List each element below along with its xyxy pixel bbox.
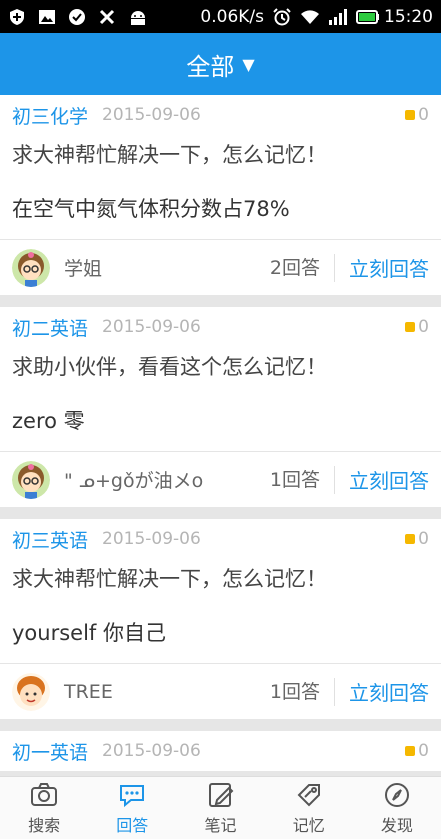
subject-label: 初三英语 [12,529,89,552]
subject-label: 初二英语 [12,317,89,340]
question-text: 求大神帮忙解决一下，怎么记忆！ [12,143,327,167]
question-list[interactable]: 初三化学 2015-09-06 0 求大神帮忙解决一下，怎么记忆！ 在空气中氮气… [0,95,441,776]
tag-icon [297,784,320,807]
tab-notes[interactable]: 笔记 [176,777,264,839]
alarm-icon [272,7,292,26]
tab-label: 记忆 [292,816,325,835]
android-icon [128,8,146,26]
network-speed: 0.06K/s [200,6,264,27]
reply-now-button[interactable]: 立刻回答 [349,465,429,494]
answer-count: 1回答 [270,677,335,706]
coin-icon [405,746,416,756]
girl-glasses-avatar[interactable] [12,460,50,499]
answer-count: 2回答 [270,253,335,282]
header-title[interactable]: 全部 [186,47,234,82]
subject-label: 初一英语 [12,741,89,764]
date-label: 2015-09-06 [102,529,201,549]
tab-label: 笔记 [204,816,237,835]
image-icon [38,8,56,26]
tab-label: 搜索 [28,816,61,835]
question-text: 求助小伙伴，看看这个怎么记忆！ [12,355,327,379]
girl-glasses-avatar[interactable] [12,248,50,287]
reply-now-button[interactable]: 立刻回答 [349,677,429,706]
question-card[interactable]: 初三英语 2015-09-06 0 求大神帮忙解决一下，怎么记忆！ yourse… [0,519,441,719]
tab-discover[interactable]: 发现 [353,777,441,839]
tab-memory[interactable]: 记忆 [265,777,353,839]
tab-label: 发现 [380,816,413,835]
subject-label: 初三化学 [12,105,89,128]
reply-now-button[interactable]: 立刻回答 [349,253,429,282]
check-icon [68,8,86,26]
date-label: 2015-09-06 [102,105,201,125]
wifi-icon [300,8,320,26]
tab-label: 回答 [116,816,149,835]
question-content: yourself 你自己 [12,621,166,645]
question-text: 求大神帮忙解决一下，怎么记忆！ [12,567,327,591]
tab-answer[interactable]: 回答 [88,777,176,839]
author-name[interactable]: " ᓄ+gǒが油メo [64,466,203,493]
signal-icon [328,8,348,26]
coin-icon [405,534,416,544]
score-badge: 0 [405,741,429,761]
score-badge: 0 [405,105,429,125]
dropdown-caret-icon[interactable]: ▼ [242,55,254,74]
battery-icon [356,8,379,26]
author-name[interactable]: 学姐 [64,254,102,281]
score-badge: 0 [405,317,429,337]
status-bar: 0.06K/s 15:20 [0,0,441,33]
clock: 15:20 [384,6,433,27]
tools-icon [98,8,116,26]
question-content: zero 零 [12,409,85,433]
coin-icon [405,322,416,332]
boy-avatar[interactable] [12,672,50,711]
shield-icon [8,8,26,26]
chat-icon [120,785,145,808]
tab-search[interactable]: 搜索 [0,777,88,839]
compass-icon [384,783,409,807]
date-label: 2015-09-06 [102,741,201,761]
camera-icon [31,783,58,806]
coin-icon [405,110,416,120]
question-content: 在空气中氮气体积分数占78% [12,197,290,221]
bottom-tab-bar: 搜索 回答 笔记 记忆 发现 [0,776,441,839]
question-card[interactable]: 初一英语 2015-09-06 0 [0,731,441,771]
author-name[interactable]: TREE [64,681,113,703]
score-badge: 0 [405,529,429,549]
note-icon [208,783,233,807]
filter-header[interactable]: 全部 ▼ [0,33,441,95]
answer-count: 1回答 [270,465,335,494]
question-card[interactable]: 初三化学 2015-09-06 0 求大神帮忙解决一下，怎么记忆！ 在空气中氮气… [0,95,441,295]
date-label: 2015-09-06 [102,317,201,337]
question-card[interactable]: 初二英语 2015-09-06 0 求助小伙伴，看看这个怎么记忆！ zero 零… [0,307,441,507]
